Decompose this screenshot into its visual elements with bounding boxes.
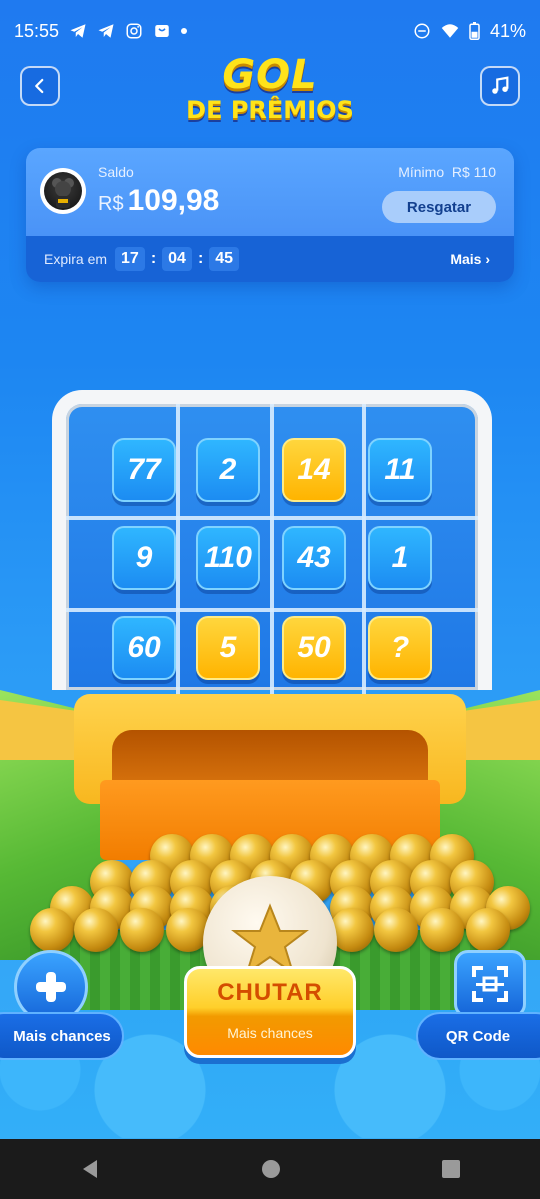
prize-tile: 50	[282, 616, 346, 680]
prize-tile: 14	[282, 438, 346, 502]
prize-tile: 9	[112, 526, 176, 590]
net-rope	[362, 404, 366, 704]
clock: 15:55	[14, 20, 60, 41]
instagram-icon	[126, 23, 142, 39]
kick-button[interactable]: CHUTAR Mais chances	[184, 966, 356, 1058]
prize-tile: 77	[112, 438, 176, 502]
balance-currency: R$	[98, 193, 124, 215]
timer-separator: :	[197, 250, 204, 267]
prize-tile: 2	[196, 438, 260, 502]
prize-tile: 110	[196, 526, 260, 590]
qr-icon-badge[interactable]	[454, 950, 526, 1018]
expiry-label: Expira em	[44, 251, 108, 267]
more-link-label: Mais	[450, 251, 482, 267]
music-button[interactable]	[480, 66, 520, 106]
telegram-icon	[98, 24, 114, 38]
prize-tile: 1	[368, 526, 432, 590]
avatar[interactable]	[40, 168, 86, 214]
balance-card-top: Saldo R$ 109,98 Mínimo R$ 110 Resgatar	[26, 148, 514, 236]
logo-line-2: DE PRÊMIOS	[186, 96, 354, 124]
chevron-right-icon: ›	[485, 251, 490, 267]
music-note-icon	[492, 76, 509, 94]
balance-label: Saldo	[98, 164, 134, 180]
kick-button-label: CHUTAR	[217, 979, 323, 1006]
timer-seconds: 45	[209, 247, 240, 271]
prize-tile: ?	[368, 616, 432, 680]
gold-ball	[466, 908, 510, 952]
recents-square-icon[interactable]	[441, 1159, 461, 1179]
balance-value: 109,98	[127, 184, 220, 217]
net-rope	[66, 516, 478, 520]
qr-code-icon	[472, 966, 508, 1002]
gold-ball	[74, 908, 118, 952]
status-right: 41%	[413, 21, 526, 42]
gold-ball	[120, 908, 164, 952]
game-logo: GOL DE PRÊMIOS	[0, 54, 540, 124]
shopping-bag-icon	[155, 25, 169, 37]
minimum-label: Mínimo	[398, 164, 445, 180]
back-triangle-icon[interactable]	[79, 1158, 101, 1180]
wifi-icon	[441, 24, 459, 38]
telegram-icon	[70, 24, 86, 38]
status-left: 15:55	[14, 20, 188, 42]
minimum-value: R$ 110	[451, 164, 496, 180]
kick-button-sub: Mais chances	[227, 1025, 313, 1041]
timer-hours: 17	[115, 247, 145, 271]
battery-icon	[469, 22, 480, 40]
avatar-mascot-icon	[44, 172, 82, 210]
timer-separator: :	[150, 250, 157, 267]
qr-code-button[interactable]: QR Code	[416, 1012, 540, 1060]
notification-dot-icon	[181, 28, 188, 34]
expiry-bar: Expira em 17 : 04 : 45 Mais ›	[26, 236, 514, 282]
do-not-disturb-icon	[414, 23, 430, 39]
net-rope	[176, 404, 180, 704]
more-chances-button[interactable]: Mais chances	[0, 1012, 124, 1060]
timer-minutes: 04	[162, 247, 192, 271]
gold-ball	[420, 908, 464, 952]
net-rope	[270, 404, 274, 704]
prize-tile: 43	[282, 526, 346, 590]
net-rope	[66, 608, 478, 612]
system-nav-bar	[0, 1139, 540, 1199]
gold-ball	[374, 908, 418, 952]
prize-tile: 11	[368, 438, 432, 502]
more-link[interactable]: Mais ›	[450, 251, 490, 267]
redeem-button[interactable]: Resgatar	[382, 191, 496, 223]
logo-line-1: GOL	[222, 52, 318, 98]
balance-amount: R$ 109,98	[98, 184, 219, 218]
minimum-info: Mínimo R$ 110	[398, 164, 496, 180]
balance-card: Saldo R$ 109,98 Mínimo R$ 110 Resgatar Ex…	[26, 148, 514, 282]
home-circle-icon[interactable]	[260, 1158, 282, 1180]
prize-tile: 5	[196, 616, 260, 680]
battery-percent: 41%	[489, 20, 526, 41]
plus-icon	[36, 972, 66, 1002]
gold-ball	[30, 908, 74, 952]
prize-tile: 60	[112, 616, 176, 680]
